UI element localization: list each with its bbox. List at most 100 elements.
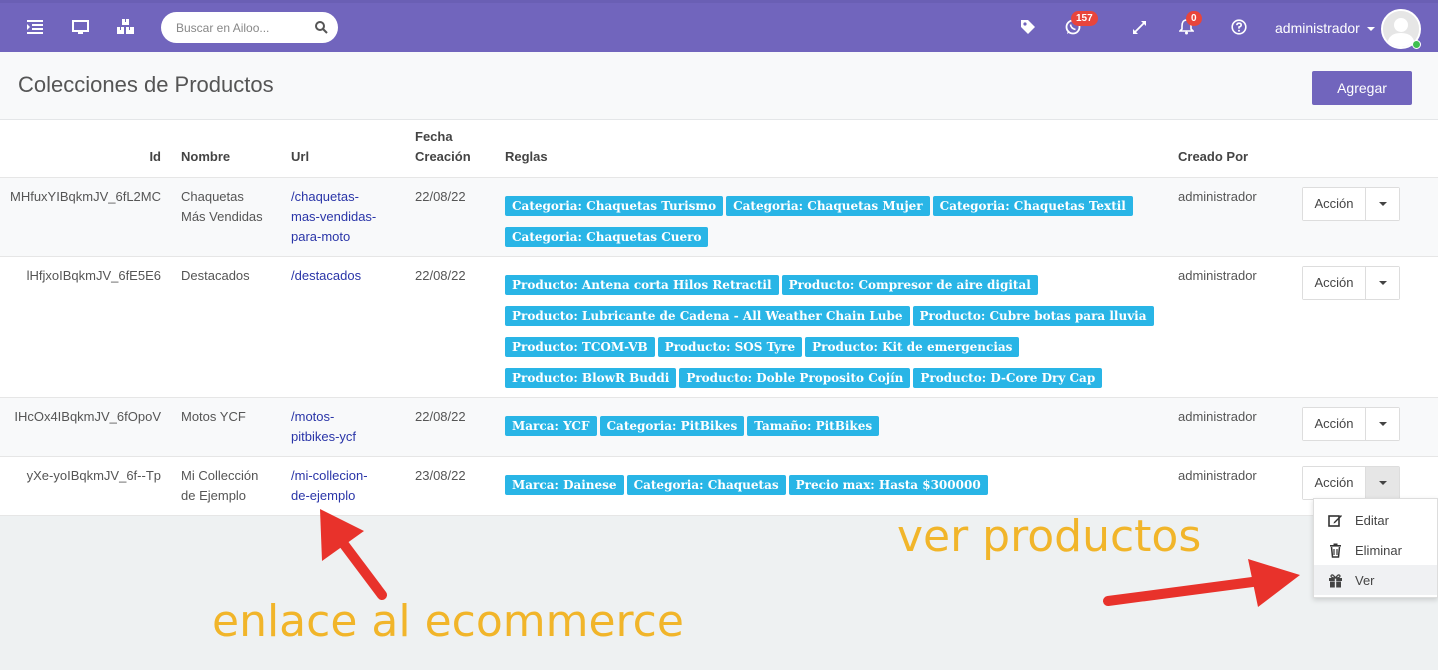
header-nombre[interactable]: Nombre — [171, 120, 281, 178]
online-status-dot — [1412, 40, 1421, 49]
menu-item-label: Eliminar — [1355, 542, 1402, 558]
menu-item-ver[interactable]: Ver — [1314, 565, 1437, 595]
collection-url-link[interactable]: /motos-pitbikes-ycf — [291, 407, 371, 447]
gift-icon — [1329, 573, 1342, 587]
rule-tag: Precio max: Hasta $300000 — [788, 474, 988, 495]
menu-toggle-icon[interactable] — [24, 16, 46, 38]
collection-url-link[interactable]: /chaquetas-mas-vendidas-para-moto — [291, 187, 386, 247]
whatsapp-badge: 157 — [1071, 11, 1098, 26]
edit-icon — [1328, 514, 1342, 527]
menu-item-eliminar[interactable]: Eliminar — [1314, 535, 1437, 565]
action-dropdown-toggle[interactable] — [1366, 407, 1399, 440]
user-name: administrador — [1275, 20, 1360, 36]
action-button[interactable]: Acción — [1303, 187, 1366, 220]
rule-tag: Categoria: Chaquetas Textil — [932, 195, 1133, 216]
action-button-group: Acción — [1302, 406, 1400, 441]
table-row: lHfjxoIBqkmJV_6fE5E6 Destacados /destaca… — [0, 256, 1438, 398]
cell-nombre: Motos YCF — [171, 397, 281, 457]
rule-tag: Producto: Antena corta Hilos Retractil — [505, 274, 779, 295]
rule-tag: Producto: Kit de emergencias — [805, 336, 1020, 357]
table-row: IHcOx4IBqkmJV_6fOpoV Motos YCF /motos-pi… — [0, 397, 1438, 457]
chevron-down-icon — [1366, 27, 1375, 32]
rule-tag: Producto: Doble Proposito Cojín — [679, 367, 911, 388]
action-button-group: Acción — [1302, 465, 1400, 500]
action-dropdown-toggle[interactable] — [1366, 466, 1399, 499]
menu-item-label: Editar — [1355, 512, 1389, 528]
header-reglas[interactable]: Reglas — [495, 120, 1168, 178]
fullscreen-icon[interactable] — [1128, 16, 1150, 38]
rule-tag: Producto: Compresor de aire digital — [781, 274, 1038, 295]
boxes-icon[interactable] — [114, 16, 136, 38]
action-button-group: Acción — [1302, 265, 1400, 300]
search-input[interactable] — [176, 20, 306, 35]
search-icon[interactable] — [315, 21, 328, 34]
rule-tag: Categoria: Chaquetas — [626, 474, 786, 495]
cell-fecha: 22/08/22 — [405, 256, 495, 398]
caret-down-icon — [1378, 201, 1387, 206]
arrow-icon — [1103, 559, 1300, 607]
table-header-row: Id Nombre Url Fecha Creación Reglas Crea… — [0, 120, 1438, 178]
rule-tag: Categoria: Chaquetas Cuero — [505, 226, 709, 247]
cell-id: yXe-yoIBqkmJV_6f--Tp — [0, 456, 171, 516]
rules-list: Marca: Dainese Categoria: Chaquetas Prec… — [505, 466, 1158, 495]
notifications-badge: 0 — [1186, 11, 1202, 26]
rule-tag: Producto: BlowR Buddi — [505, 367, 677, 388]
collection-url-link[interactable]: /destacados — [291, 268, 361, 283]
help-icon[interactable] — [1228, 16, 1250, 38]
page-title: Colecciones de Productos — [18, 72, 274, 97]
rule-tag: Tamaño: PitBikes — [747, 415, 880, 436]
rules-list: Marca: YCF Categoria: PitBikes Tamaño: P… — [505, 407, 1158, 436]
rule-tag: Producto: Cubre botas para lluvia — [912, 305, 1154, 326]
menu-item-label: Ver — [1355, 572, 1375, 588]
rules-list: Categoria: Chaquetas Turismo Categoria: … — [505, 187, 1158, 247]
search-box[interactable] — [161, 12, 338, 43]
table-row: MHfuxYIBqkmJV_6fL2MC Chaquetas Más Vendi… — [0, 177, 1438, 257]
cell-nombre: Destacados — [171, 256, 281, 398]
header-id[interactable]: Id — [0, 120, 171, 178]
cell-creado: administrador — [1168, 456, 1292, 516]
user-menu[interactable]: administrador — [1275, 20, 1375, 36]
cell-fecha: 23/08/22 — [405, 456, 495, 516]
tag-icon[interactable] — [1017, 16, 1039, 38]
header-creado[interactable]: Creado Por — [1168, 120, 1292, 178]
add-button[interactable]: Agregar — [1312, 71, 1412, 105]
top-navbar: 157 0 administrador — [0, 0, 1438, 52]
rule-tag: Categoria: PitBikes — [599, 415, 745, 436]
header-fecha[interactable]: Fecha Creación — [405, 120, 495, 178]
action-dropdown-toggle[interactable] — [1366, 187, 1399, 220]
cell-creado: administrador — [1168, 177, 1292, 257]
cell-id: IHcOx4IBqkmJV_6fOpoV — [0, 397, 171, 457]
rule-tag: Marca: Dainese — [505, 474, 624, 495]
cell-creado: administrador — [1168, 256, 1292, 398]
rule-tag: Producto: Lubricante de Cadena - All Wea… — [505, 305, 910, 326]
action-dropdown-toggle[interactable] — [1366, 266, 1399, 299]
rule-tag: Producto: TCOM-VB — [505, 336, 655, 357]
trash-icon — [1330, 543, 1341, 558]
rules-list: Producto: Antena corta Hilos Retractil P… — [505, 266, 1158, 388]
action-button[interactable]: Acción — [1303, 466, 1366, 499]
cell-nombre: Chaquetas Más Vendidas — [171, 177, 281, 257]
menu-item-editar[interactable]: Editar — [1314, 505, 1437, 535]
rule-tag: Producto: D-Core Dry Cap — [913, 367, 1103, 388]
cell-id: lHfjxoIBqkmJV_6fE5E6 — [0, 256, 171, 398]
annotation-enlace-ecommerce: enlace al ecommerce — [212, 596, 684, 647]
desktop-icon[interactable] — [69, 16, 91, 38]
header-actions — [1292, 120, 1438, 178]
header-url[interactable]: Url — [281, 120, 405, 178]
rule-tag: Producto: SOS Tyre — [657, 336, 803, 357]
cell-fecha: 22/08/22 — [405, 177, 495, 257]
rule-tag: Categoria: Chaquetas Mujer — [726, 195, 930, 216]
rule-tag: Categoria: Chaquetas Turismo — [505, 195, 724, 216]
arrow-icon — [320, 509, 387, 600]
collection-url-link[interactable]: /mi-collecion-de-ejemplo — [291, 466, 381, 506]
action-button[interactable]: Acción — [1303, 407, 1366, 440]
rule-tag: Marca: YCF — [505, 415, 597, 436]
page-header: Colecciones de Productos Agregar — [0, 52, 1438, 120]
cell-id: MHfuxYIBqkmJV_6fL2MC — [0, 177, 171, 257]
cell-fecha: 22/08/22 — [405, 397, 495, 457]
action-button-group: Acción — [1302, 186, 1400, 221]
action-button[interactable]: Acción — [1303, 266, 1366, 299]
caret-down-icon — [1378, 480, 1387, 485]
cell-creado: administrador — [1168, 397, 1292, 457]
cell-nombre: Mi Collección de Ejemplo — [171, 456, 281, 516]
